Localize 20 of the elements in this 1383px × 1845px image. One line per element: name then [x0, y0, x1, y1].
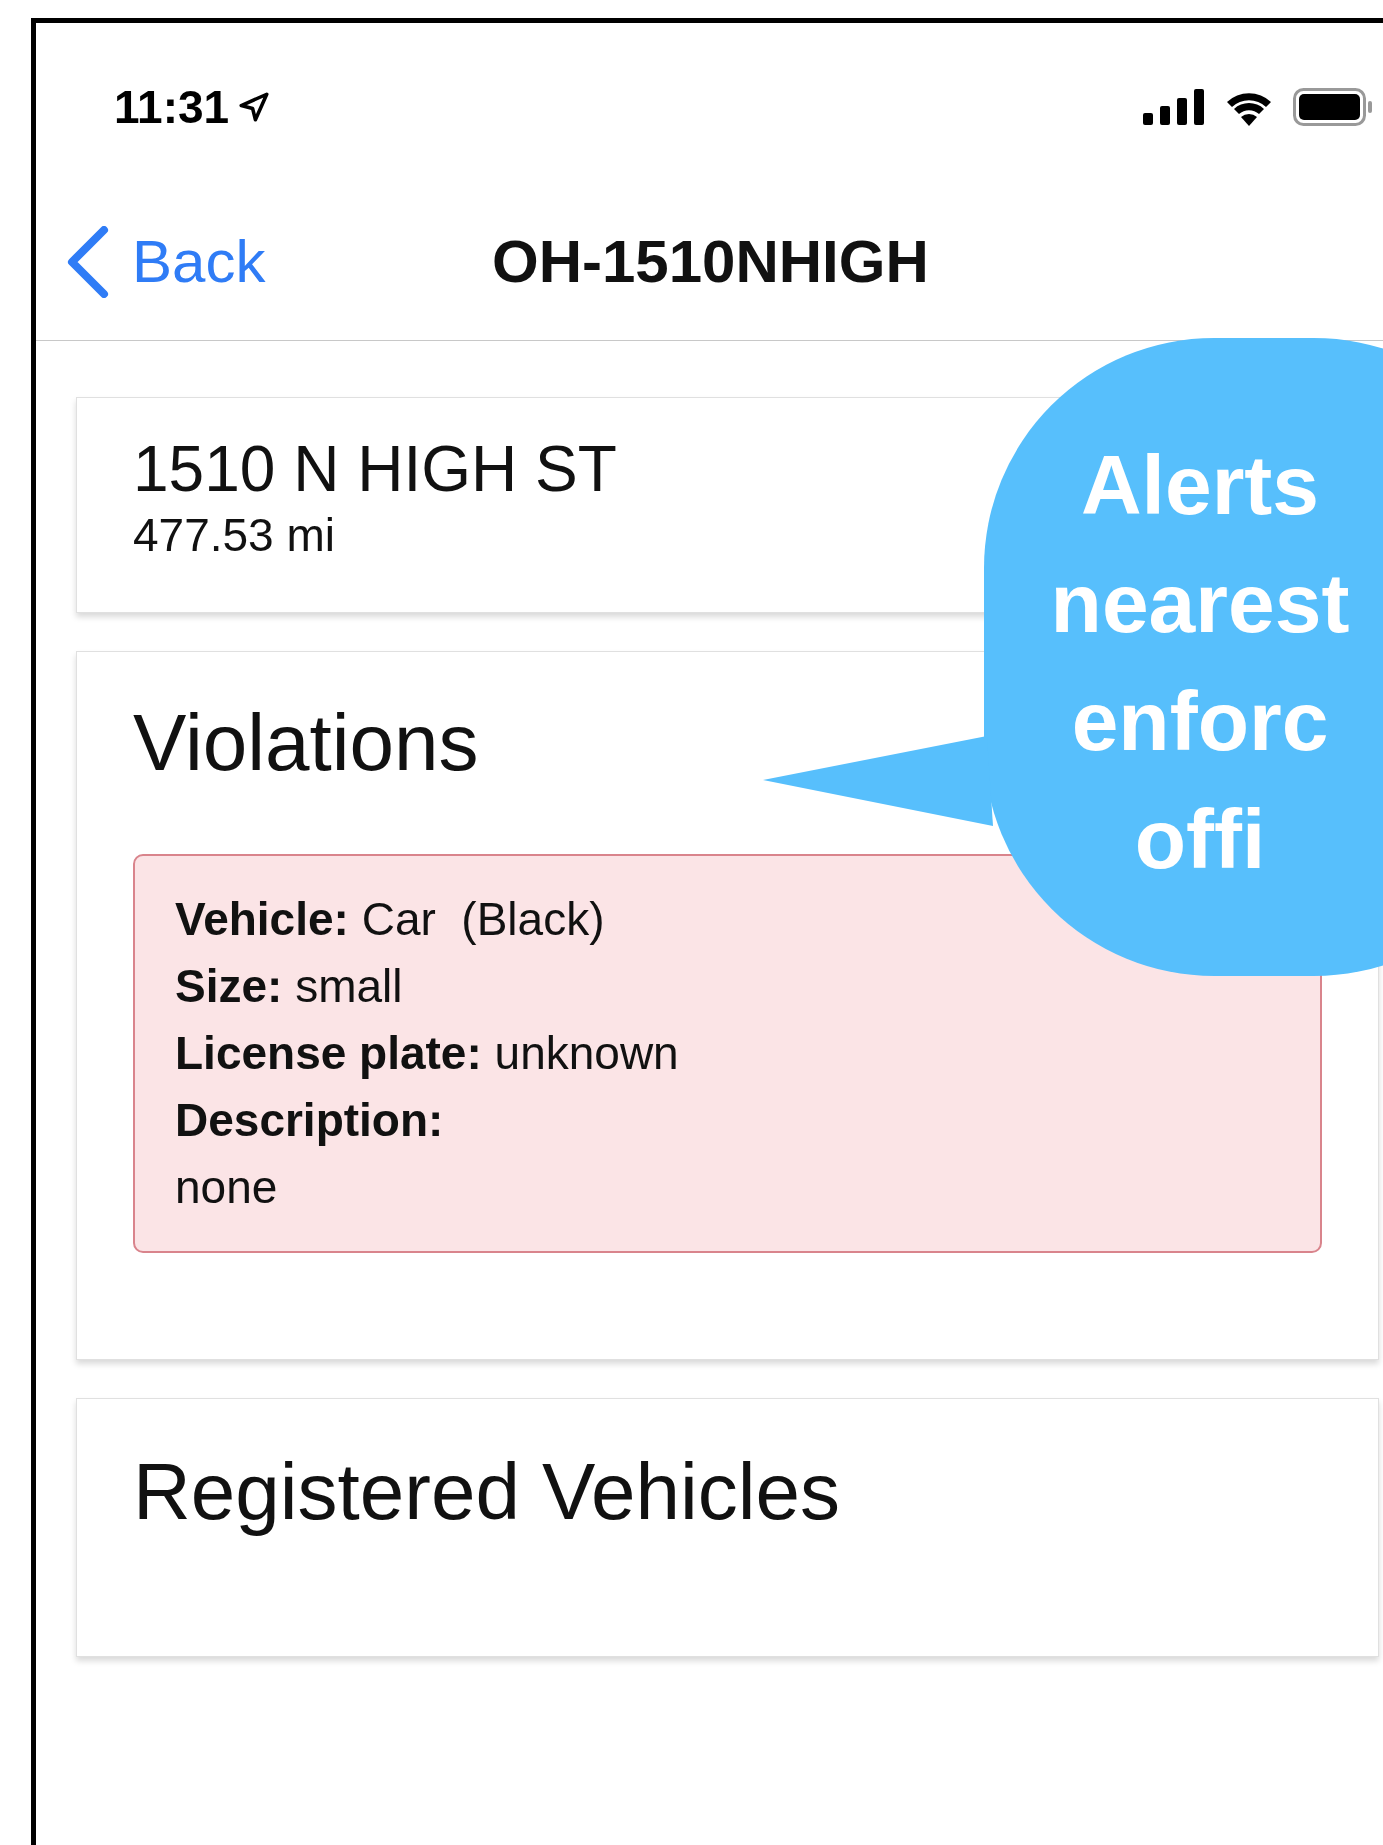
callout-text: Alerts	[1080, 437, 1320, 534]
back-button[interactable]: Back	[36, 216, 266, 307]
nav-title: OH-1510NHIGH	[492, 226, 929, 297]
callout-text: enforc	[1071, 673, 1329, 770]
battery-icon	[1293, 88, 1373, 126]
violation-detail: Description:	[175, 1093, 444, 1148]
chevron-left-icon	[66, 225, 110, 298]
status-time: 11:31	[114, 79, 230, 135]
distance: 477.53 mi	[133, 508, 335, 563]
signal-icon	[1143, 89, 1205, 125]
section-title: Registered Vehicles	[133, 1447, 841, 1537]
violation-detail: Vehicle: Car (Black)	[175, 892, 605, 947]
address: 1510 N HIGH ST	[133, 432, 617, 506]
location-arrow-icon	[237, 90, 272, 124]
callout-text: nearest	[1050, 555, 1350, 652]
violation-detail: none	[175, 1160, 278, 1215]
violation-detail: Size: small	[175, 959, 403, 1014]
violation-detail: License plate: unknown	[175, 1026, 679, 1081]
section-title: Violations	[133, 698, 479, 788]
callout-text: offi	[1134, 791, 1266, 888]
